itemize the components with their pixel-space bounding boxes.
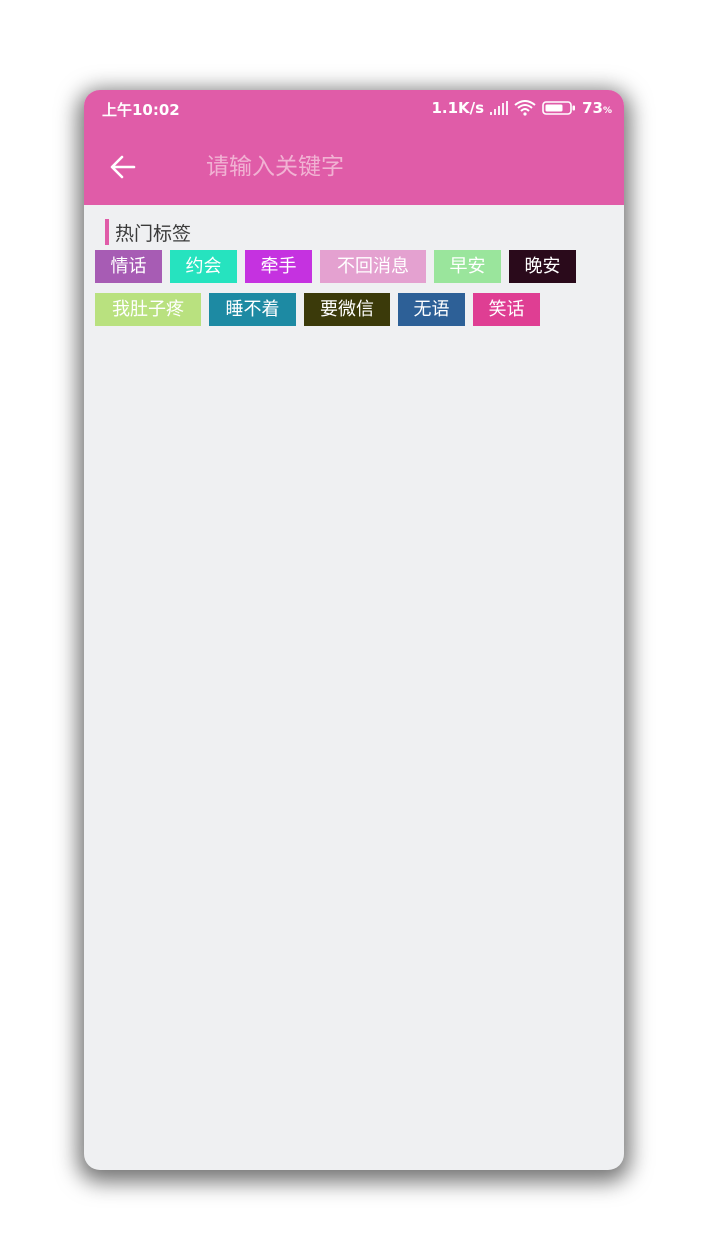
arrow-left-icon[interactable]: [108, 152, 138, 182]
status-time: 上午10:02: [102, 101, 180, 119]
hot-tags-title: 热门标签: [115, 222, 192, 245]
tag-item[interactable]: 睡不着: [209, 293, 296, 326]
network-speed: 1.1K/s: [431, 99, 485, 117]
battery-icon: [542, 101, 576, 115]
tag-item[interactable]: 要微信: [304, 293, 390, 326]
tag-item[interactable]: 牵手: [245, 250, 312, 283]
battery-percentage: 73%: [582, 99, 612, 117]
tag-item[interactable]: 无语: [398, 293, 465, 326]
section-accent-bar: [105, 219, 109, 245]
tag-item[interactable]: 情话: [95, 250, 162, 283]
tag-item[interactable]: 笑话: [473, 293, 540, 326]
wifi-icon: [514, 100, 536, 116]
phone-screen: 上午10:02 1.1K/s 73% 请输入关键字 热门标签 情话 约会 牵手 …: [84, 90, 624, 1170]
tag-item[interactable]: 约会: [170, 250, 237, 283]
hot-tags-header: 热门标签: [105, 219, 191, 245]
tag-item[interactable]: 早安: [434, 250, 501, 283]
search-toolbar: [84, 128, 624, 205]
status-indicators: 1.1K/s 73%: [431, 99, 612, 117]
tag-item[interactable]: 我肚子疼: [95, 293, 201, 326]
status-bar: 上午10:02 1.1K/s 73%: [84, 90, 624, 128]
app-header: 上午10:02 1.1K/s 73% 请输入关键字: [84, 90, 624, 205]
tag-item[interactable]: 晚安: [509, 250, 576, 283]
signal-icon: [490, 101, 509, 115]
search-input[interactable]: [202, 146, 590, 188]
main-content: 热门标签 情话 约会 牵手 不回消息 早安 晚安 我肚子疼 睡不着 要微信 无语…: [84, 205, 624, 1170]
tag-item[interactable]: 不回消息: [320, 250, 426, 283]
